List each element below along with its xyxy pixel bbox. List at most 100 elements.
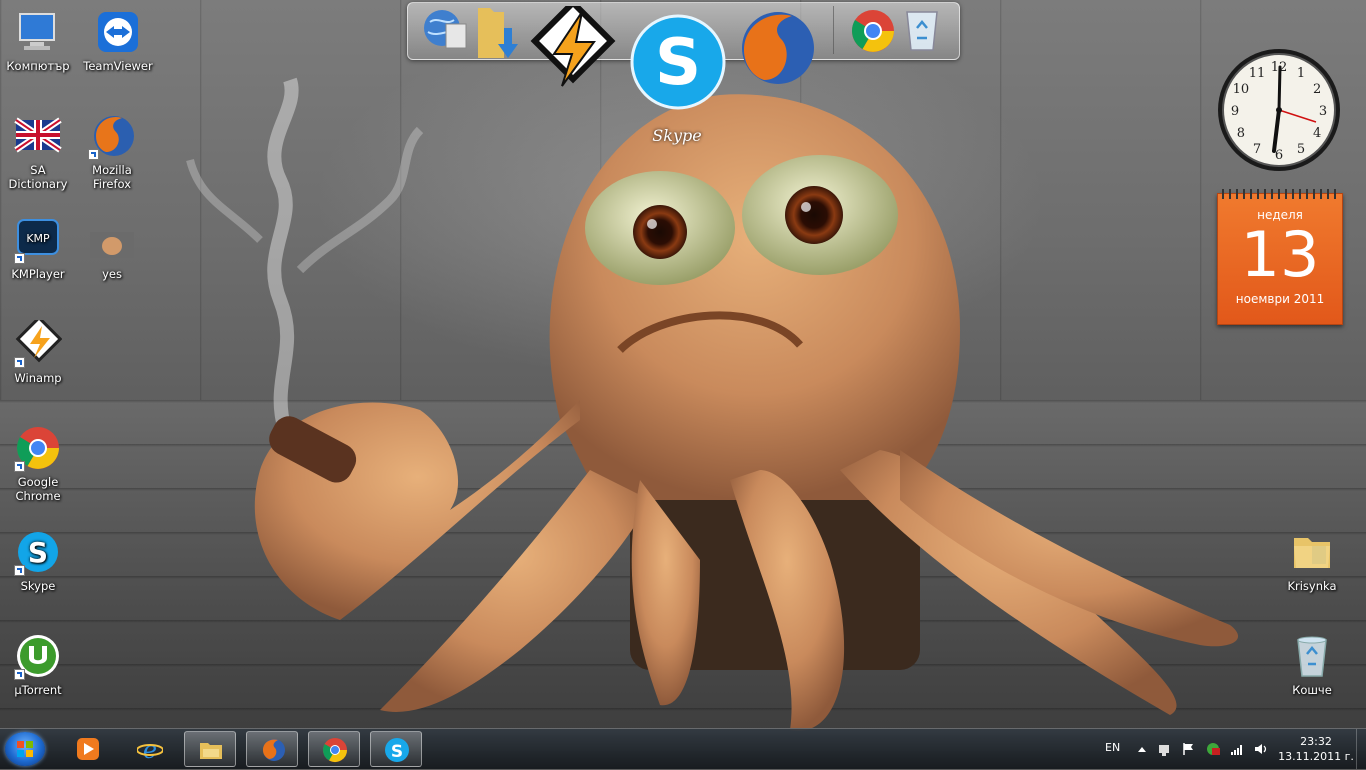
- utorrent-icon: [14, 632, 62, 680]
- shortcut-arrow-icon: [14, 253, 25, 264]
- computer-icon: [14, 8, 62, 56]
- windows-logo-icon: [17, 741, 33, 757]
- taskbar-internet-explorer[interactable]: e: [124, 731, 176, 767]
- taskbar-windows-media-player[interactable]: [62, 731, 114, 767]
- start-button[interactable]: [5, 732, 45, 766]
- downloads-folder-icon: [478, 8, 518, 58]
- recycle-bin-icon: [906, 11, 938, 51]
- uk-flag-icon: [14, 112, 62, 160]
- shortcut-arrow-icon: [14, 461, 25, 472]
- recycle-bin-icon: [1288, 632, 1336, 680]
- firefox-icon: [742, 12, 814, 84]
- clock-number: 7: [1253, 142, 1261, 157]
- firefox-icon: [88, 112, 136, 160]
- clock-gadget[interactable]: 121234567891011: [1216, 47, 1342, 173]
- desktop-icon-label: Winamp: [14, 371, 62, 385]
- firefox-icon: [263, 739, 285, 761]
- taskbar-skype[interactable]: S: [370, 731, 422, 767]
- desktop-icon-label: TeamViewer: [83, 59, 153, 73]
- svg-text:S: S: [28, 536, 48, 569]
- taskbar-chrome[interactable]: [308, 731, 360, 767]
- show-hidden-icons-icon[interactable]: [1135, 742, 1149, 756]
- dock-separator: [833, 6, 834, 54]
- dock-skype[interactable]: S: [628, 12, 728, 116]
- windows-explorer-icon: [200, 743, 222, 759]
- folder-icon: [1288, 528, 1336, 576]
- shortcut-arrow-icon: [14, 669, 25, 680]
- desktop-icon-sa-dictionary[interactable]: SA Dictionary: [0, 112, 76, 191]
- show-desktop-button[interactable]: [1356, 729, 1366, 769]
- calendar-month-year: ноември 2011: [1235, 292, 1325, 306]
- winamp-icon: [14, 315, 63, 368]
- clock-number: 11: [1249, 66, 1266, 81]
- desktop-icon-skype[interactable]: S Skype: [0, 528, 76, 593]
- image-thumbnail-icon: [88, 216, 136, 264]
- taskbar-time: 23:32: [1300, 735, 1332, 748]
- calendar-rings: [1222, 189, 1338, 199]
- network-signal-icon[interactable]: [1230, 742, 1244, 756]
- kmplayer-icon: KMP: [14, 216, 62, 264]
- shortcut-arrow-icon: [88, 149, 99, 160]
- clock-number: 8: [1237, 126, 1245, 141]
- clock-number: 5: [1297, 142, 1305, 157]
- volume-speaker-icon[interactable]: [1254, 742, 1268, 756]
- desktop-icon-recycle-bin[interactable]: Кошче: [1274, 632, 1350, 697]
- action-center-flag-icon[interactable]: [1181, 742, 1195, 756]
- desktop-icon-teamviewer[interactable]: TeamViewer: [80, 8, 156, 73]
- desktop-icon-winamp[interactable]: Winamp: [0, 315, 76, 385]
- skype-icon: S: [14, 528, 62, 576]
- analog-clock-face: 121234567891011: [1218, 49, 1340, 171]
- taskbar-firefox[interactable]: [246, 731, 298, 767]
- chrome-icon: [851, 10, 894, 52]
- desktop-icon-label: Mozilla Firefox: [92, 163, 132, 191]
- antivirus-shield-icon[interactable]: [1206, 742, 1220, 756]
- svg-text:S: S: [391, 742, 403, 762]
- language-indicator[interactable]: EN: [1105, 741, 1120, 754]
- clock-number: 4: [1313, 126, 1321, 141]
- clock-number: 3: [1319, 104, 1327, 119]
- clock-number: 2: [1313, 82, 1321, 97]
- desktop-icon-label: Компютър: [6, 59, 70, 73]
- taskbar: e S EN 23:32 13.11.2011 г.: [0, 728, 1366, 769]
- dock-winamp[interactable]: [528, 0, 620, 102]
- taskbar-windows-explorer[interactable]: [184, 731, 236, 767]
- windows-media-player-icon: [77, 738, 99, 760]
- chrome-icon: [323, 738, 347, 763]
- dock-network-globe[interactable]: [420, 6, 470, 58]
- desktop-icon-label: Skype: [20, 579, 56, 593]
- shortcut-arrow-icon: [14, 357, 25, 368]
- desktop-icon-krisynka[interactable]: Krisynka: [1274, 528, 1350, 593]
- network-globe-icon: [424, 10, 467, 49]
- svg-text:e: e: [143, 736, 157, 762]
- desktop-icon-label: µTorrent: [14, 683, 62, 697]
- dock-hover-label: Skype: [652, 126, 702, 145]
- skype-icon: S: [385, 738, 409, 762]
- dock-recycle-bin[interactable]: [901, 6, 943, 58]
- desktop-icon-firefox[interactable]: Mozilla Firefox: [74, 112, 150, 191]
- internet-explorer-icon: e: [137, 736, 163, 762]
- taskbar-clock[interactable]: 23:32 13.11.2011 г.: [1277, 734, 1355, 764]
- desktop-icon-computer[interactable]: Компютър: [0, 8, 76, 73]
- desktop-icon-utorrent[interactable]: µTorrent: [0, 632, 76, 697]
- teamviewer-icon: [94, 8, 142, 56]
- winamp-icon: [530, 0, 616, 87]
- desktop-icon-chrome[interactable]: Google Chrome: [0, 424, 76, 503]
- dock-firefox[interactable]: [734, 6, 820, 96]
- desktop-icon-label: Google Chrome: [15, 475, 61, 503]
- dock-chrome[interactable]: [850, 8, 896, 58]
- svg-text:KMP: KMP: [26, 232, 50, 245]
- desktop-icon-label: Кошче: [1292, 683, 1332, 697]
- calendar-gadget[interactable]: неделя 13 ноември 2011: [1217, 189, 1343, 325]
- safely-remove-hardware-icon[interactable]: [1157, 742, 1171, 756]
- clock-number: 9: [1231, 104, 1239, 119]
- calendar-day: 13: [1240, 218, 1320, 291]
- desktop-icon-label: Krisynka: [1287, 579, 1337, 593]
- desktop-icon-yes[interactable]: yes: [74, 216, 150, 281]
- clock-number: 1: [1297, 66, 1305, 81]
- shortcut-arrow-icon: [14, 565, 25, 576]
- clock-number: 10: [1233, 82, 1250, 97]
- desktop-icon-label: KMPlayer: [11, 267, 65, 281]
- taskbar-date: 13.11.2011 г.: [1278, 750, 1354, 763]
- desktop-icon-kmplayer[interactable]: KMP KMPlayer: [0, 216, 76, 281]
- dock-downloads-folder[interactable]: [474, 4, 522, 64]
